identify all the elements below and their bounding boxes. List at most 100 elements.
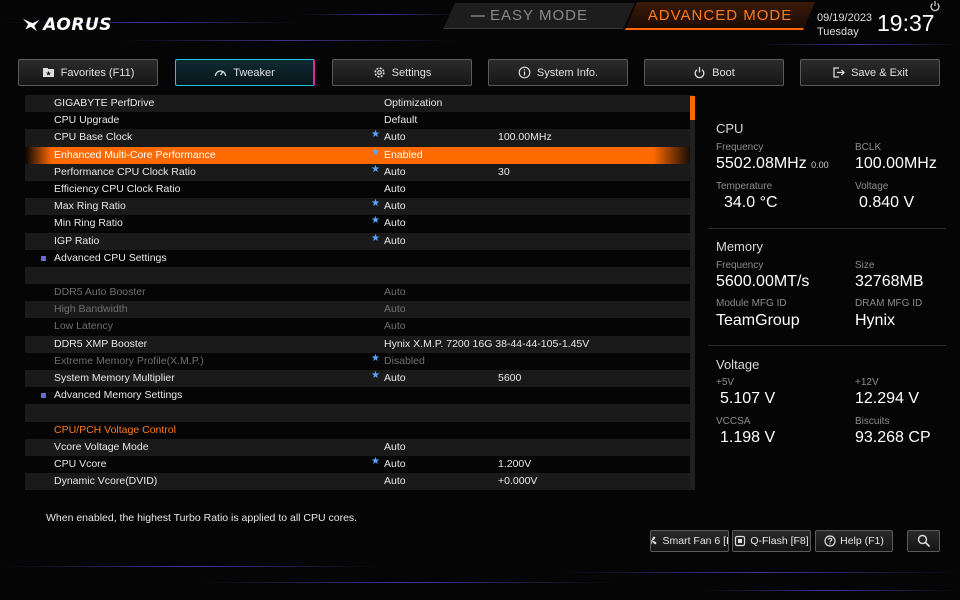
favorite-star-icon[interactable]: ★ [371,233,380,244]
v12-label: +12V [855,377,879,388]
tab-favorites[interactable]: Favorites (F11) [18,59,158,86]
setting-value[interactable]: Auto [384,183,406,195]
setting-label: Advanced CPU Settings [54,251,167,264]
memory-size-label: Size [855,260,875,271]
setting-value[interactable]: Auto [384,372,406,384]
setting-value[interactable]: Auto [384,131,406,143]
setting-value[interactable]: Default [384,114,417,126]
cpu-frequency-value: 5502.08MHz 0.00 [716,155,829,172]
tab-save-exit[interactable]: Save & Exit [800,59,940,86]
logo-text: AORUS [43,15,112,35]
star-folder-icon [42,68,54,77]
setting-value[interactable]: Disabled [384,355,425,367]
cpu-voltage-label: Voltage [855,181,889,192]
setting-row[interactable]: IGP Ratio ★ Auto [25,232,693,250]
advanced-mode-button[interactable]: ADVANCED MODE [625,2,815,30]
setting-label: Low Latency [54,320,113,333]
setting-value[interactable]: Auto [384,441,406,453]
date-display: 09/19/2023 Tuesday [817,11,872,39]
cpu-temperature-label: Temperature [716,181,773,192]
favorite-star-icon[interactable]: ★ [371,215,380,226]
setting-row[interactable]: CPU Base Clock ★ Auto 100.00MHz [25,129,693,147]
help-icon [824,535,836,547]
setting-value-secondary[interactable]: 100.00MHz [498,131,552,143]
setting-row[interactable]: Extreme Memory Profile(X.M.P.) ★ Disabled [25,353,693,370]
setting-label: Advanced Memory Settings [54,389,183,402]
favorite-star-icon[interactable]: ★ [371,164,380,175]
info-icon [518,66,531,79]
cpu-voltage-value: 0.840 V [859,194,915,211]
setting-row[interactable]: Low Latency Auto [25,318,693,335]
setting-row[interactable]: DDR5 Auto Booster Auto [25,284,693,301]
vccsa-value: 1.198 V [720,429,776,446]
setting-row[interactable]: DDR5 XMP Booster Hynix X.M.P. 7200 16G 38… [25,335,693,353]
setting-value[interactable]: Auto [384,286,406,298]
setting-label: GIGABYTE PerfDrive [54,97,155,109]
setting-value[interactable]: Auto [384,320,406,332]
help-label: Help (F1) [840,535,884,547]
favorite-star-icon[interactable]: ★ [371,353,380,364]
setting-value[interactable]: Hynix X.M.P. 7200 16G 38-44-44-105-1.45V [384,338,589,350]
setting-value[interactable]: Auto [384,475,406,487]
favorite-star-icon[interactable]: ★ [371,370,380,381]
setting-row[interactable]: CPU Vcore ★ Auto 1.200V [25,456,693,473]
setting-value[interactable]: Auto [384,458,406,470]
help-button[interactable]: Help (F1) [815,530,893,552]
setting-row[interactable]: Vcore Voltage Mode Auto [25,438,693,456]
setting-value-secondary[interactable]: 5600 [498,372,521,384]
tab-system-info[interactable]: System Info. [488,59,628,86]
setting-label: CPU Upgrade [54,114,120,127]
setting-label: Efficiency CPU Clock Ratio [54,182,181,195]
scrollbar-track[interactable] [690,96,695,490]
smart-fan-button[interactable]: Smart Fan 6 [F [650,530,729,552]
setting-row[interactable]: Min Ring Ratio ★ Auto [25,215,693,232]
setting-label: Dynamic Vcore(DVID) [54,475,158,488]
setting-value[interactable]: Auto [384,200,406,212]
setting-row[interactable]: Advanced Memory Settings [25,387,693,404]
setting-row[interactable]: Dynamic Vcore(DVID) Auto +0.000V [25,473,693,491]
setting-row[interactable]: Efficiency CPU Clock Ratio Auto [25,181,693,198]
v12-value: 12.294 V [855,390,920,407]
favorite-star-icon[interactable]: ★ [371,198,380,209]
cpu-temperature-value: 34.0 °C [724,194,778,211]
setting-value[interactable]: Auto [384,303,406,315]
setting-row[interactable]: Performance CPU Clock Ratio ★ Auto 30 [25,163,693,181]
setting-value-secondary[interactable]: 30 [498,166,510,178]
setting-value-secondary[interactable]: 1.200V [498,458,531,470]
setting-row[interactable]: CPU Upgrade Default [25,112,693,129]
setting-row[interactable]: Advanced CPU Settings [25,250,693,267]
setting-value-secondary[interactable]: +0.000V [498,475,537,487]
setting-label: Enhanced Multi-Core Performance [54,148,216,161]
setting-row[interactable]: Enhanced Multi-Core Performance ★ Enabled [25,146,693,164]
setting-row[interactable]: High Bandwidth Auto [25,301,693,319]
gear-icon [374,67,385,78]
setting-row[interactable]: System Memory Multiplier ★ Auto 5600 [25,370,693,388]
setting-row[interactable]: Max Ring Ratio ★ Auto [25,198,693,216]
setting-value[interactable]: Auto [384,217,406,229]
setting-value[interactable]: Auto [384,166,406,178]
setting-value[interactable]: Optimization [384,97,442,109]
setting-row[interactable]: GIGABYTE PerfDrive Optimization [25,95,693,113]
tab-tweaker[interactable]: Tweaker [175,59,315,86]
setting-label: System Memory Multiplier [54,372,175,384]
setting-value[interactable]: Auto [384,235,406,247]
bclk-value: 100.00MHz [855,155,937,172]
memory-section-title: Memory [716,239,763,254]
bclk-label: BCLK [855,142,882,153]
favorite-star-icon[interactable]: ★ [371,456,380,467]
tab-settings[interactable]: Settings [332,59,472,86]
biscuits-value: 93.268 CP [855,429,931,446]
date-text: 09/19/2023 [817,12,873,24]
power-icon [694,67,705,79]
qflash-button[interactable]: Q-Flash [F8] [732,530,811,552]
favorite-star-icon[interactable]: ★ [371,129,380,140]
power-icon[interactable] [929,0,941,12]
easy-mode-button[interactable]: EASY MODE [443,3,635,29]
scrollbar-thumb[interactable] [690,96,695,120]
divider [708,228,946,229]
favorite-star-icon[interactable]: ★ [371,147,380,158]
search-button[interactable] [907,530,940,552]
tab-boot[interactable]: Boot [644,59,784,86]
divider [708,345,946,346]
setting-value[interactable]: Enabled [384,149,423,161]
